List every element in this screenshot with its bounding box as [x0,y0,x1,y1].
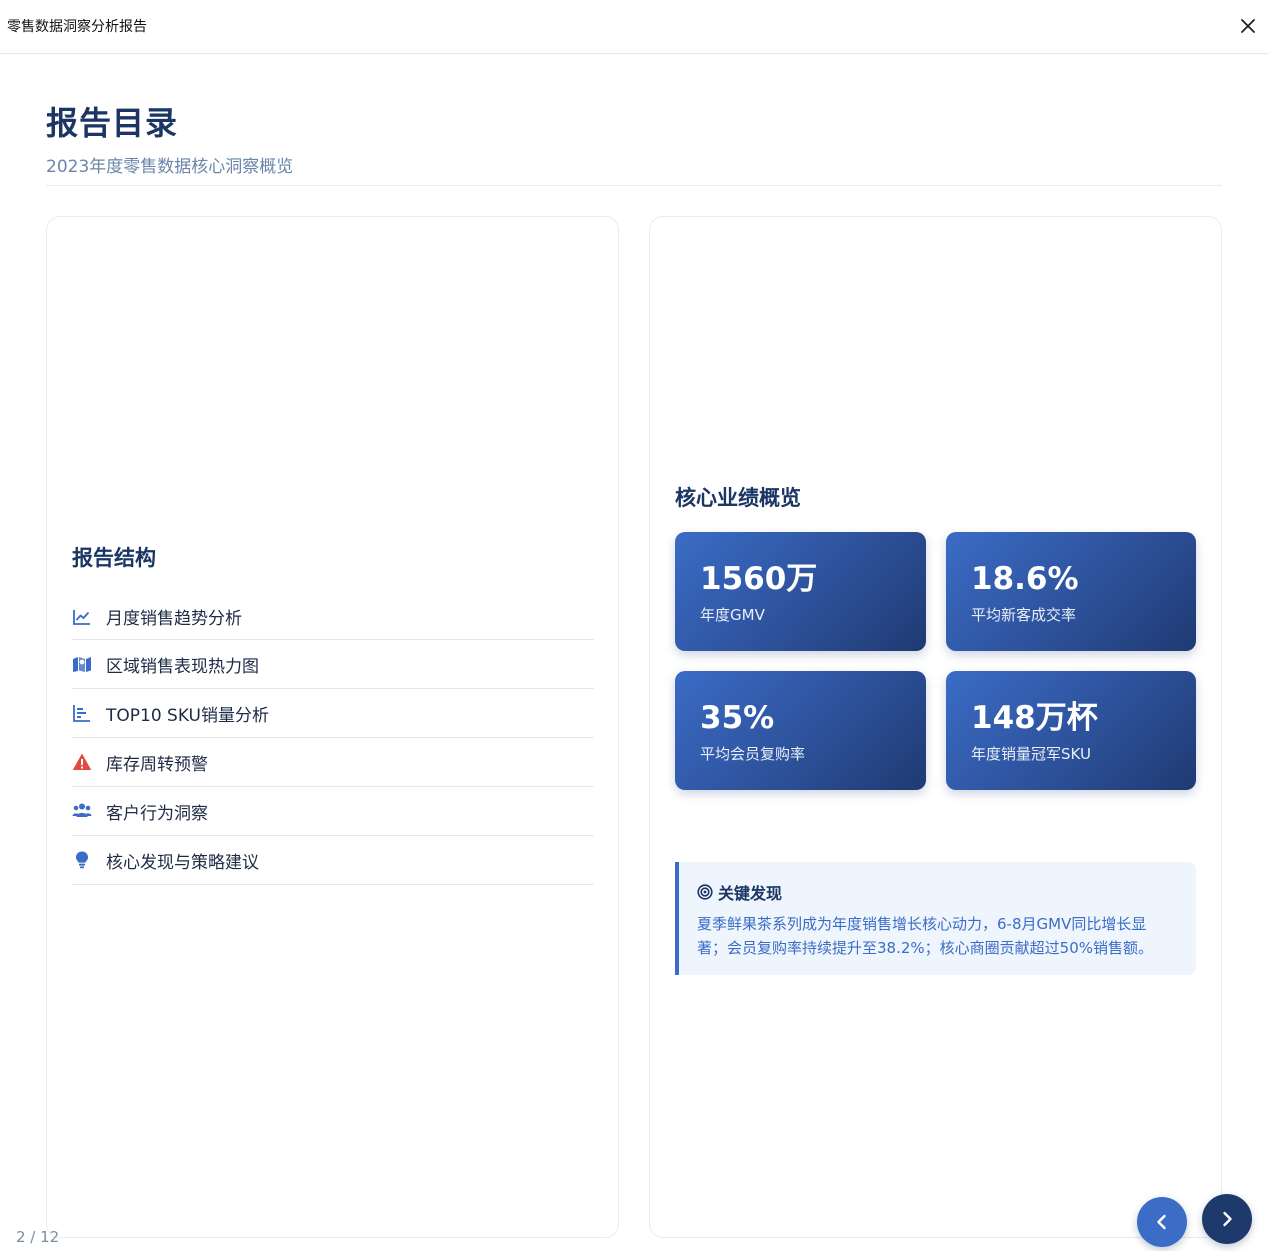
metric-label: 平均会员复购率 [700,745,806,763]
metric-label: 平均新客成交率 [971,606,1077,624]
toc-item-label: 库存周转预警 [106,754,208,775]
finding-text: 夏季鲜果茶系列成为年度销售增长核心动力，6-8月GMV同比增长显著；会员复购率持… [697,915,1153,957]
page-header: 报告目录 2023年度零售数据核心洞察概览 [46,98,1222,177]
toc-item-label: 客户行为洞察 [106,803,208,824]
map-icon [73,657,91,672]
metric-grid: 1560万 年度GMV 18.6% 平均新客成交率 35% 平均会员复购率 14… [675,532,1197,790]
structure-title: 报告结构 [72,546,156,570]
page-subtitle: 2023年度零售数据核心洞察概览 [46,157,294,177]
toc-item-findings-strategy[interactable]: 核心发现与策略建议 [72,836,594,885]
metric-label: 年度GMV [700,606,765,624]
metric-card-new-customer-rate: 18.6% 平均新客成交率 [946,532,1196,651]
toc-item-label: TOP10 SKU销量分析 [106,705,269,726]
line-chart-icon [73,609,90,625]
toc-item-monthly-trend[interactable]: 月度销售趋势分析 [72,594,594,640]
core-metrics: 核心业绩概览 1560万 年度GMV 18.6% 平均新客成交率 35% 平均会… [675,482,1197,790]
metric-value: 35% [700,700,775,736]
report-structure: 报告结构 月度销售趋势分析 区域销售表现热力图 TOP10 SKU销量分析 库存… [72,542,594,885]
report-structure-panel: 报告结构 月度销售趋势分析 区域销售表现热力图 TOP10 SKU销量分析 库存… [46,216,619,1238]
metric-card-gmv: 1560万 年度GMV [675,532,926,651]
toc-list: 月度销售趋势分析 区域销售表现热力图 TOP10 SKU销量分析 库存周转预警 … [72,594,594,885]
previous-page-button[interactable] [1137,1197,1187,1247]
finding-title: 关键发现 [718,884,783,903]
page-indicator: 2 / 12 [16,1228,60,1246]
metric-card-top-sku: 148万杯 年度销量冠军SKU [946,671,1196,790]
toc-item-regional-heatmap[interactable]: 区域销售表现热力图 [72,640,594,689]
overview-title: 核心业绩概览 [675,486,801,510]
warning-icon [72,753,92,770]
users-icon [72,803,92,817]
toc-item-customer-behavior[interactable]: 客户行为洞察 [72,787,594,836]
metric-value: 1560万 [700,561,818,597]
toc-item-inventory-warning[interactable]: 库存周转预警 [72,738,594,787]
chevron-right-icon [1223,1211,1232,1227]
metric-card-repurchase-rate: 35% 平均会员复购率 [675,671,926,790]
next-page-button[interactable] [1202,1194,1252,1244]
bar-chart-icon [73,705,90,722]
toc-item-label: 区域销售表现热力图 [106,656,259,677]
target-icon [697,884,713,900]
key-finding-callout: 关键发现 夏季鲜果茶系列成为年度销售增长核心动力，6-8月GMV同比增长显著；会… [675,862,1196,975]
window-title-bar: 零售数据洞察分析报告 [0,0,1269,54]
close-button[interactable] [1236,14,1260,38]
chevron-left-icon [1157,1214,1166,1230]
window-title: 零售数据洞察分析报告 [7,19,147,35]
core-overview-panel: 核心业绩概览 1560万 年度GMV 18.6% 平均新客成交率 35% 平均会… [649,216,1222,1238]
header-divider [46,185,1222,186]
metric-value: 148万杯 [971,700,1098,736]
close-icon [1241,19,1255,33]
toc-item-label: 核心发现与策略建议 [106,852,259,873]
lightbulb-icon [76,851,88,869]
toc-item-label: 月度销售趋势分析 [106,609,242,629]
metric-value: 18.6% [971,561,1079,597]
finding-header: 关键发现 [697,880,1176,904]
metric-label: 年度销量冠军SKU [971,745,1091,763]
page-title: 报告目录 [46,104,179,142]
toc-item-top10-sku[interactable]: TOP10 SKU销量分析 [72,689,594,738]
